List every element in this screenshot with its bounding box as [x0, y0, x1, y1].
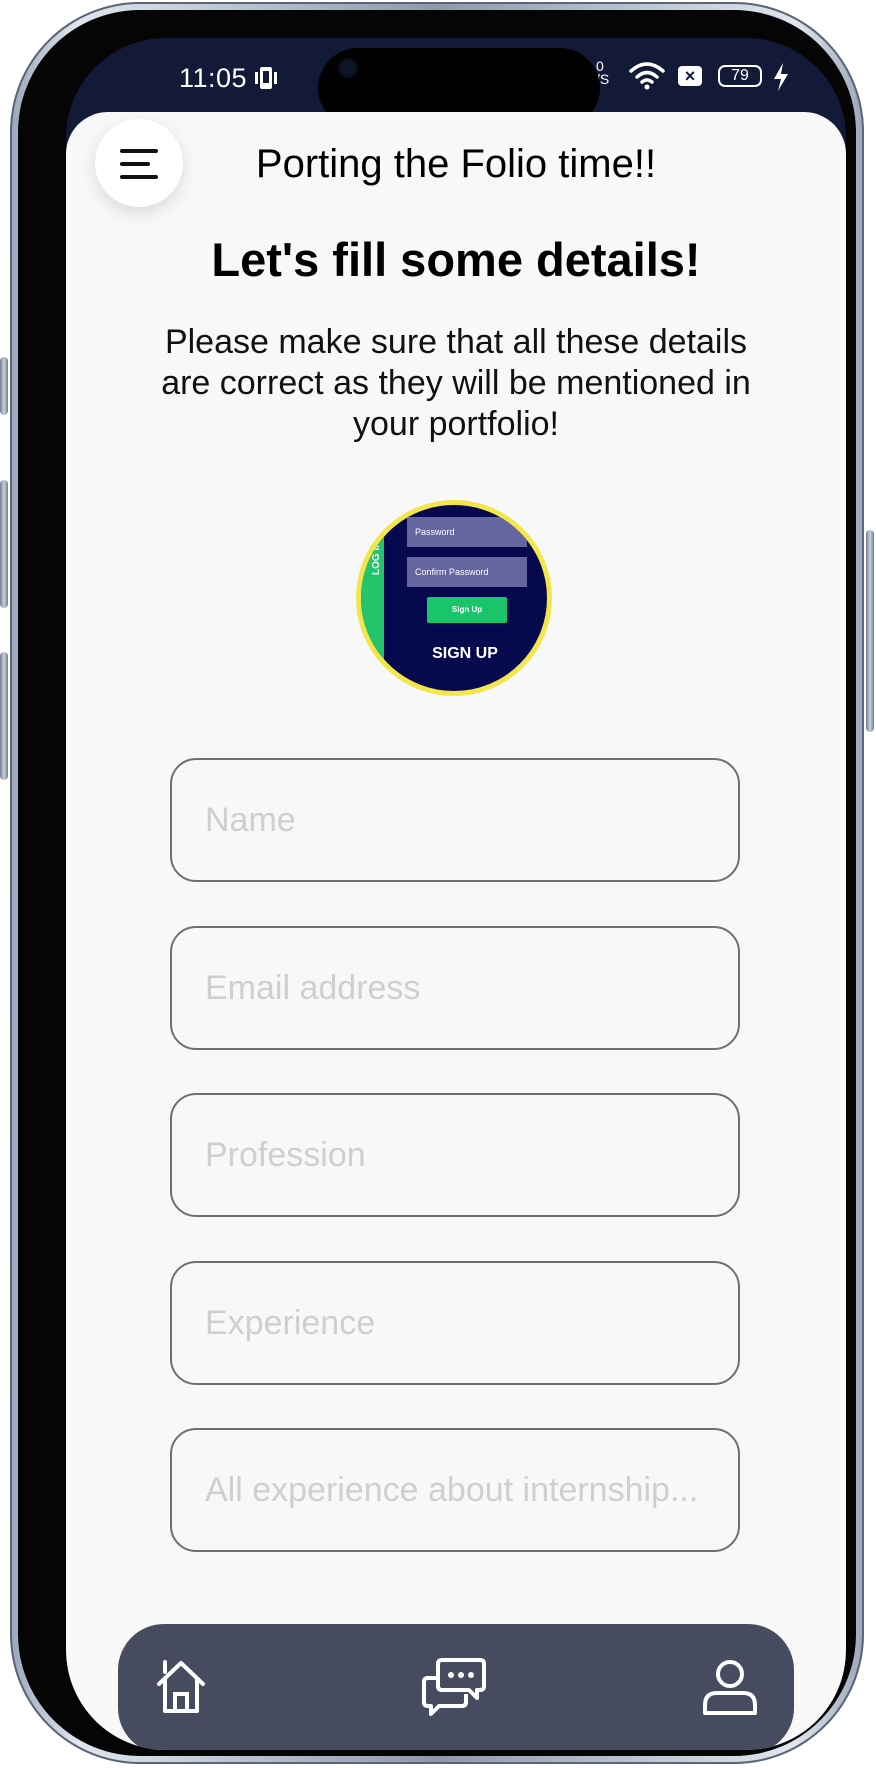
- preview-signup-caption: SIGN UP: [432, 645, 498, 662]
- sim-off-icon: ×: [678, 66, 702, 86]
- page-heading: Let's fill some details!: [211, 233, 701, 286]
- profile-image-picker[interactable]: LOG IN Password Confirm Password Sign Up…: [356, 500, 552, 696]
- app-title: Porting the Folio time!!: [255, 142, 657, 186]
- preview-signup-button: Sign Up: [427, 597, 507, 623]
- email-input[interactable]: [170, 926, 740, 1050]
- experience-input[interactable]: [170, 1261, 740, 1385]
- vibrate-icon: [252, 64, 280, 99]
- front-camera: [338, 58, 358, 78]
- charging-icon: [772, 62, 790, 99]
- preview-confirm-password-field: Confirm Password: [407, 557, 527, 587]
- chat-icon[interactable]: [422, 1656, 486, 1723]
- side-button-mute: [0, 357, 8, 415]
- wifi-icon: [629, 61, 665, 98]
- app-container: Porting the Folio time!! Let's fill some…: [66, 112, 846, 1750]
- phone-bezel: 11:05 0/S × 79 Porting the Folio time!! …: [18, 10, 856, 1756]
- phone-frame: 11:05 0/S × 79 Porting the Folio time!! …: [0, 2, 874, 1764]
- side-button-volume-up: [0, 480, 8, 608]
- page-description: Please make sure that all these details …: [161, 323, 751, 443]
- profile-icon[interactable]: [702, 1658, 758, 1721]
- preview-password-field: Password: [407, 517, 527, 547]
- name-input[interactable]: [170, 758, 740, 882]
- internship-experience-input[interactable]: [170, 1428, 740, 1552]
- side-button-volume-down: [0, 652, 8, 780]
- phone-screen: 11:05 0/S × 79 Porting the Folio time!! …: [66, 38, 846, 1750]
- side-button-power: [866, 530, 874, 732]
- bottom-navigation: [118, 1624, 794, 1750]
- battery-indicator: 79: [718, 65, 762, 87]
- preview-login-label: LOG IN: [371, 540, 382, 575]
- home-icon[interactable]: [154, 1658, 208, 1721]
- status-time: 11:05: [179, 63, 248, 93]
- profession-input[interactable]: [170, 1093, 740, 1217]
- preview-login-strip: [361, 505, 384, 691]
